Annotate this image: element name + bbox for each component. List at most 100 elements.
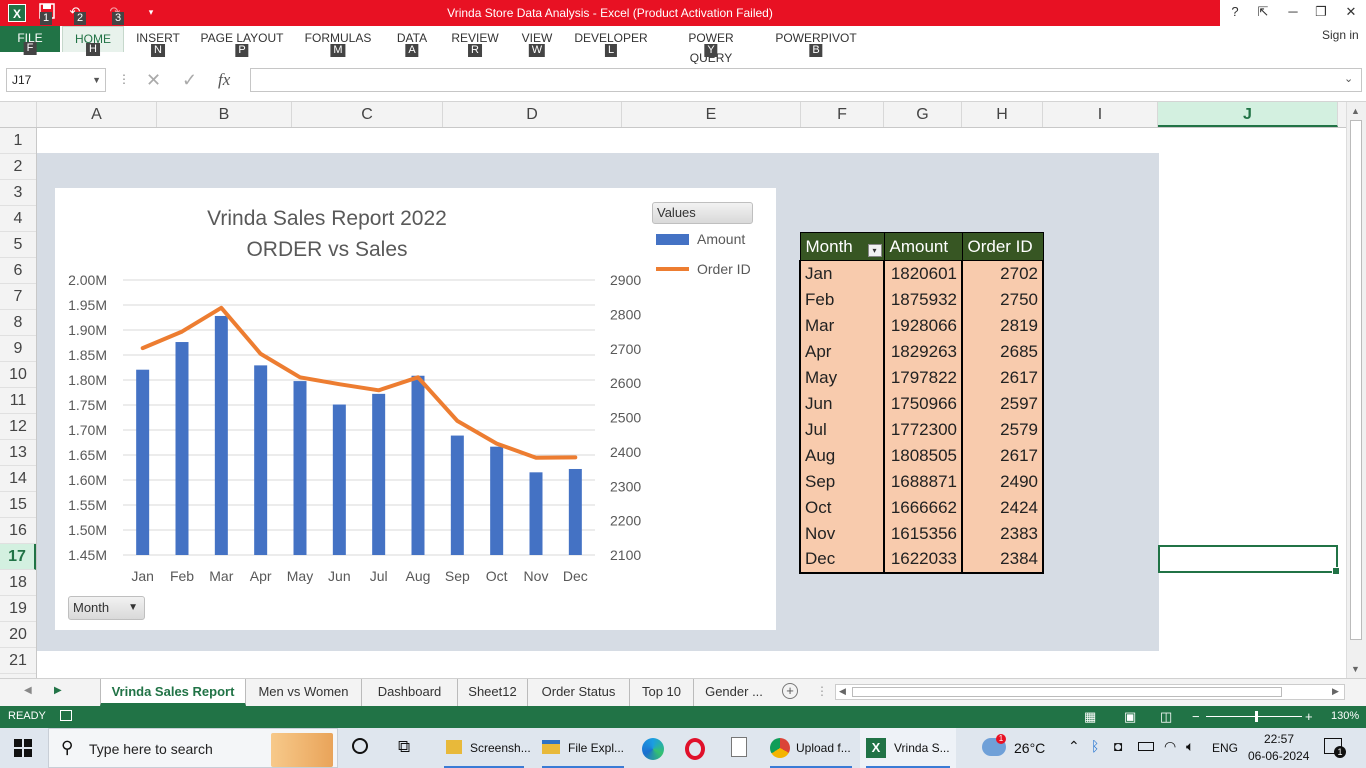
close-button[interactable]: ✕: [1336, 0, 1366, 26]
horizontal-scrollbar[interactable]: ◀ ▶: [835, 684, 1345, 700]
amount-bar-apr[interactable]: [254, 365, 268, 555]
column-header-g[interactable]: G: [884, 102, 962, 127]
header-order-id[interactable]: Order ID: [961, 232, 1044, 261]
input-language[interactable]: ENG: [1212, 741, 1238, 755]
row-header-2[interactable]: 2: [0, 154, 36, 180]
new-sheet-icon[interactable]: +: [782, 683, 798, 699]
scroll-up-icon[interactable]: ▲: [1351, 106, 1360, 116]
column-header-e[interactable]: E: [622, 102, 801, 127]
sheet-tab-top-10[interactable]: Top 10: [630, 679, 694, 706]
cell-order-id[interactable]: 2490: [961, 468, 1044, 495]
month-field-button[interactable]: Month ▼: [68, 596, 145, 620]
cell-order-id[interactable]: 2617: [961, 442, 1044, 469]
row-header-9[interactable]: 9: [0, 336, 36, 362]
meet-now-icon[interactable]: ◘: [1114, 738, 1122, 754]
column-header-i[interactable]: I: [1043, 102, 1158, 127]
row-header-11[interactable]: 11: [0, 388, 36, 414]
row-header-7[interactable]: 7: [0, 284, 36, 310]
pivot-chart[interactable]: 2.00M 1.95M 1.90M 1.85M 1.80M 1.75M 1.70M 1.65M…: [55, 188, 776, 630]
row-header-14[interactable]: 14: [0, 466, 36, 492]
weather-temperature[interactable]: 26°C: [1014, 740, 1045, 756]
windows-start-icon[interactable]: [14, 739, 32, 757]
cell-month[interactable]: Jan: [799, 260, 885, 287]
row-header-12[interactable]: 12: [0, 414, 36, 440]
row-header-5[interactable]: 5: [0, 232, 36, 258]
formula-input[interactable]: [250, 68, 1362, 92]
row-header-6[interactable]: 6: [0, 258, 36, 284]
cell-order-id[interactable]: 2424: [961, 494, 1044, 521]
clock-date[interactable]: 06-06-2024: [1248, 749, 1309, 763]
vertical-scrollbar[interactable]: ▲ ▼: [1346, 102, 1366, 678]
task-view-icon[interactable]: ⧉: [398, 737, 410, 757]
enter-formula-icon[interactable]: ✓: [182, 70, 197, 91]
amount-bar-nov[interactable]: [529, 472, 543, 555]
row-header-13[interactable]: 13: [0, 440, 36, 466]
page-break-view-icon[interactable]: ◫: [1160, 709, 1172, 725]
amount-bar-mar[interactable]: [214, 315, 228, 555]
column-header-h[interactable]: H: [962, 102, 1043, 127]
zoom-in-icon[interactable]: +: [1305, 709, 1313, 724]
cell-month[interactable]: Mar: [799, 312, 885, 339]
column-header-b[interactable]: B: [157, 102, 292, 127]
bluetooth-icon[interactable]: ᛒ: [1091, 738, 1099, 754]
tab-power-query[interactable]: POWER QUERY Y: [666, 28, 756, 65]
tab-developer[interactable]: DEVELOPER L: [574, 28, 648, 57]
name-box-dropdown-icon[interactable]: ▼: [92, 69, 101, 91]
row-header-10[interactable]: 10: [0, 362, 36, 388]
row-header-16[interactable]: 16: [0, 518, 36, 544]
amount-bar-jun[interactable]: [332, 404, 346, 555]
cell-month[interactable]: Nov: [799, 520, 885, 547]
cell-amount[interactable]: 1875932: [883, 286, 963, 313]
row-header-18[interactable]: 18: [0, 570, 36, 596]
header-month[interactable]: Month ▾: [799, 232, 885, 261]
prev-sheet-icon[interactable]: ◀: [24, 685, 32, 696]
sheet-tab-dashboard[interactable]: Dashboard: [362, 679, 458, 706]
cell-order-id[interactable]: 2617: [961, 364, 1044, 391]
values-field-button[interactable]: Values: [652, 202, 753, 224]
normal-view-icon[interactable]: ▦: [1084, 709, 1096, 725]
cell-order-id[interactable]: 2819: [961, 312, 1044, 339]
scroll-down-icon[interactable]: ▼: [1351, 664, 1360, 674]
tab-file[interactable]: FILE F: [0, 26, 60, 55]
cell-order-id[interactable]: 2597: [961, 390, 1044, 417]
cell-month[interactable]: Feb: [799, 286, 885, 313]
amount-bar-jan[interactable]: [136, 369, 150, 555]
sign-in-link[interactable]: Sign in: [1322, 28, 1359, 42]
row-header-3[interactable]: 3: [0, 180, 36, 206]
cell-month[interactable]: May: [799, 364, 885, 391]
amount-bar-may[interactable]: [293, 381, 307, 555]
name-box[interactable]: J17 ▼: [6, 68, 106, 92]
taskbar-app-excel[interactable]: X Vrinda S...: [860, 728, 956, 768]
tab-home[interactable]: HOME H: [62, 26, 124, 56]
tab-powerpivot[interactable]: POWERPIVOT B: [774, 28, 858, 57]
cell-month[interactable]: Dec: [799, 546, 885, 574]
cell-order-id[interactable]: 2579: [961, 416, 1044, 443]
taskbar-app-chrome-upload[interactable]: Upload f...: [764, 728, 858, 768]
column-header-c[interactable]: C: [292, 102, 443, 127]
header-amount[interactable]: Amount: [883, 232, 963, 261]
month-filter-icon[interactable]: ▾: [867, 244, 882, 257]
amount-bar-feb[interactable]: [175, 342, 189, 555]
insert-function-icon[interactable]: fx: [218, 70, 230, 90]
tab-data[interactable]: DATA A: [392, 28, 432, 57]
tab-formulas[interactable]: FORMULAS M: [304, 28, 372, 57]
cell-amount[interactable]: 1820601: [883, 260, 963, 287]
sheet-tab-men-vs-women[interactable]: Men vs Women: [246, 679, 362, 706]
cell-amount[interactable]: 1829263: [883, 338, 963, 365]
minimize-button[interactable]: ─: [1278, 0, 1308, 26]
amount-bar-aug[interactable]: [411, 375, 425, 555]
help-button[interactable]: ?: [1220, 0, 1250, 26]
amount-bar-dec[interactable]: [568, 468, 582, 555]
amount-bar-sep[interactable]: [450, 435, 464, 555]
row-header-17[interactable]: 17: [0, 544, 36, 570]
selected-cell-j17[interactable]: [1158, 545, 1340, 575]
cell-amount[interactable]: 1615356: [883, 520, 963, 547]
blank-document-icon[interactable]: [731, 737, 747, 757]
taskbar-app-screenshots[interactable]: Screensh...: [438, 728, 531, 768]
clock-time[interactable]: 22:57: [1264, 732, 1294, 746]
row-header-4[interactable]: 4: [0, 206, 36, 232]
sheet-tab-order-status[interactable]: Order Status: [528, 679, 630, 706]
scroll-thumb[interactable]: [1350, 120, 1362, 640]
sheet-tab-gender[interactable]: Gender ...: [694, 679, 774, 706]
cell-month[interactable]: Oct: [799, 494, 885, 521]
